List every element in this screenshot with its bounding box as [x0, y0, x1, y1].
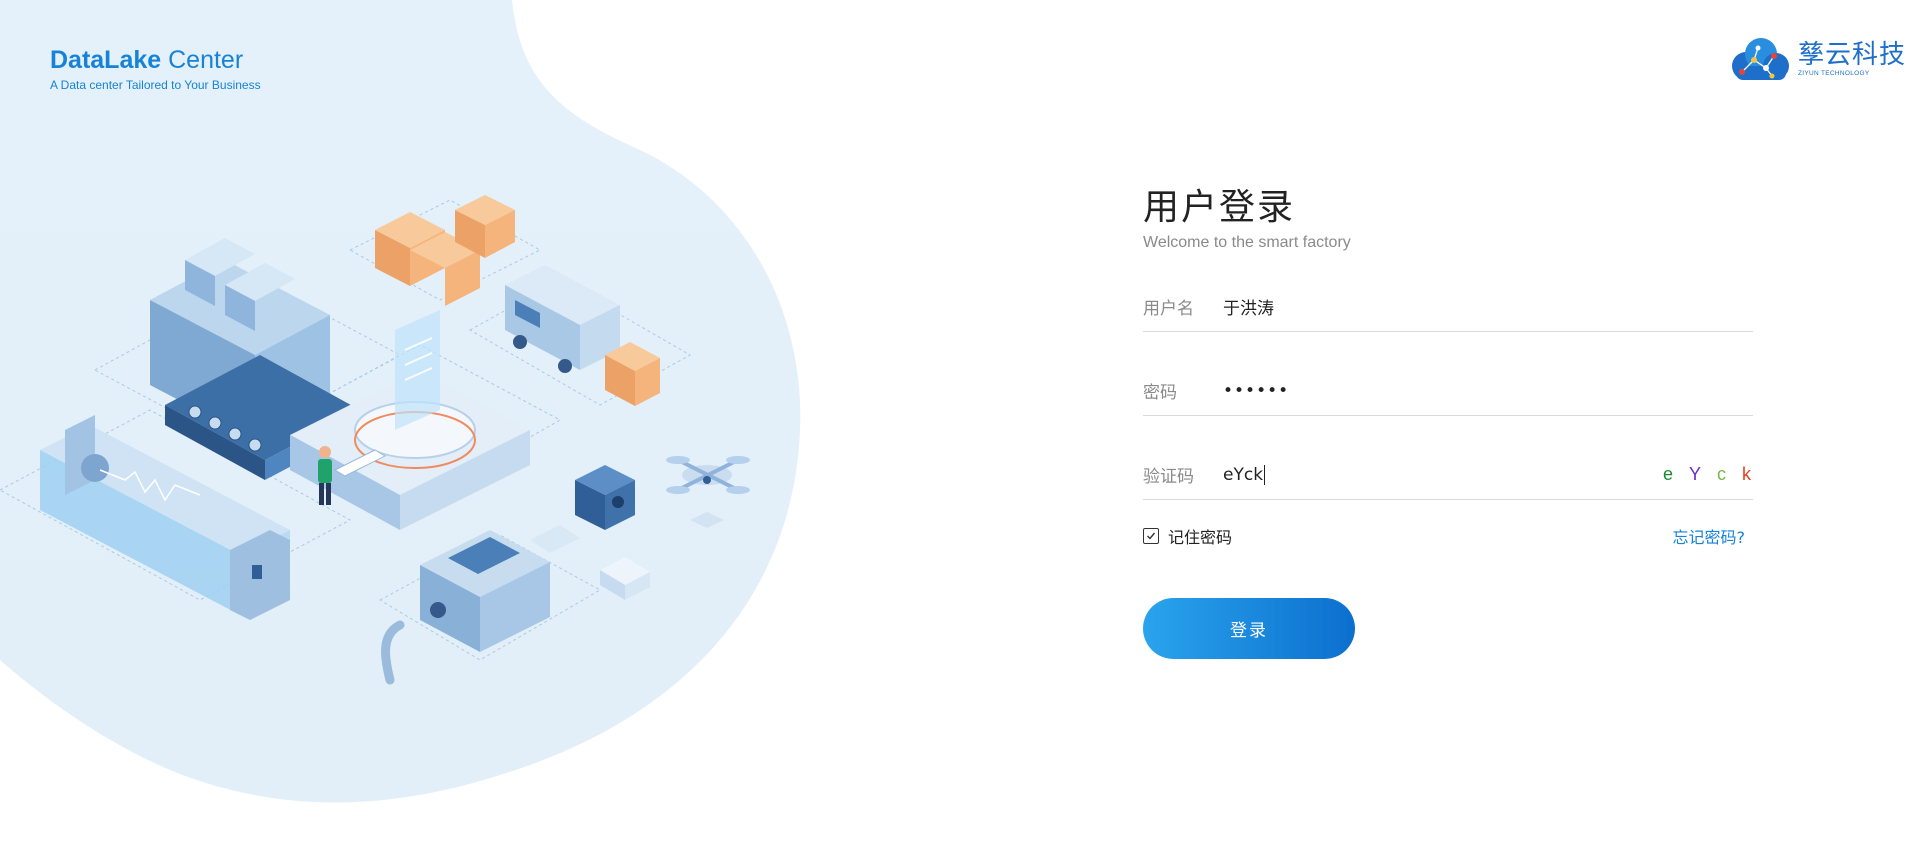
login-page: DataLake Center A Data center Tailored t… [0, 0, 1920, 854]
login-button[interactable]: 登录 [1143, 598, 1355, 659]
captcha-label: 验证码 [1143, 467, 1194, 487]
smart-factory-illustration [0, 195, 750, 685]
logo-name-cn: 孳云科技 [1798, 39, 1907, 70]
password-field[interactable]: 密码 •••••• [1143, 366, 1753, 416]
captcha-char: k [1742, 464, 1751, 484]
brand-title-light: Center [168, 46, 244, 74]
logo-name-en: ZIYUN TECHNOLOGY [1798, 69, 1870, 77]
checkmark-icon [1147, 532, 1156, 540]
cargo-crates-icon [375, 195, 515, 306]
password-label: 密码 [1143, 383, 1177, 403]
brand-tagline: A Data center Tailored to Your Business [50, 78, 261, 92]
username-label: 用户名 [1143, 299, 1194, 319]
forgot-password-link[interactable]: 忘记密码? [1673, 524, 1746, 548]
captcha-char: c [1717, 464, 1726, 484]
lathe-machine-icon [381, 525, 650, 685]
brand-title-bold: DataLake [50, 46, 162, 74]
captcha-input[interactable]: eYck [1223, 464, 1663, 485]
login-form: 用户登录 Welcome to the smart factory 用户名 密码… [1143, 190, 1753, 659]
cloud-logo-icon [1732, 38, 1789, 80]
drone-icon [666, 456, 750, 528]
remember-password-toggle[interactable]: 记住密码 [1143, 524, 1232, 548]
username-field[interactable]: 用户名 [1143, 282, 1753, 332]
password-input[interactable]: •••••• [1223, 381, 1753, 401]
login-title: 用户登录 [1143, 187, 1296, 228]
brand: DataLake Center A Data center Tailored t… [50, 48, 261, 93]
username-input[interactable] [1223, 296, 1753, 317]
remember-password-label: 记住密码 [1168, 528, 1233, 547]
login-subtitle: Welcome to the smart factory [1143, 234, 1351, 251]
captcha-input-text: eYck [1223, 464, 1264, 485]
login-options: 记住密码 忘记密码? [1143, 524, 1753, 548]
captcha-char: Y [1688, 464, 1701, 484]
sensor-cube-icon [575, 465, 635, 530]
captcha-image[interactable]: e Y c k [1663, 464, 1751, 485]
captcha-field[interactable]: 验证码 eYck e Y c k [1143, 450, 1753, 500]
company-logo: 孳云科技 ZIYUN TECHNOLOGY [1728, 36, 1906, 82]
brand-title: DataLake Center [50, 48, 261, 73]
remember-checkbox[interactable] [1143, 528, 1159, 544]
captcha-char: e [1662, 464, 1673, 484]
delivery-truck-icon [505, 265, 660, 406]
text-caret [1264, 464, 1266, 485]
